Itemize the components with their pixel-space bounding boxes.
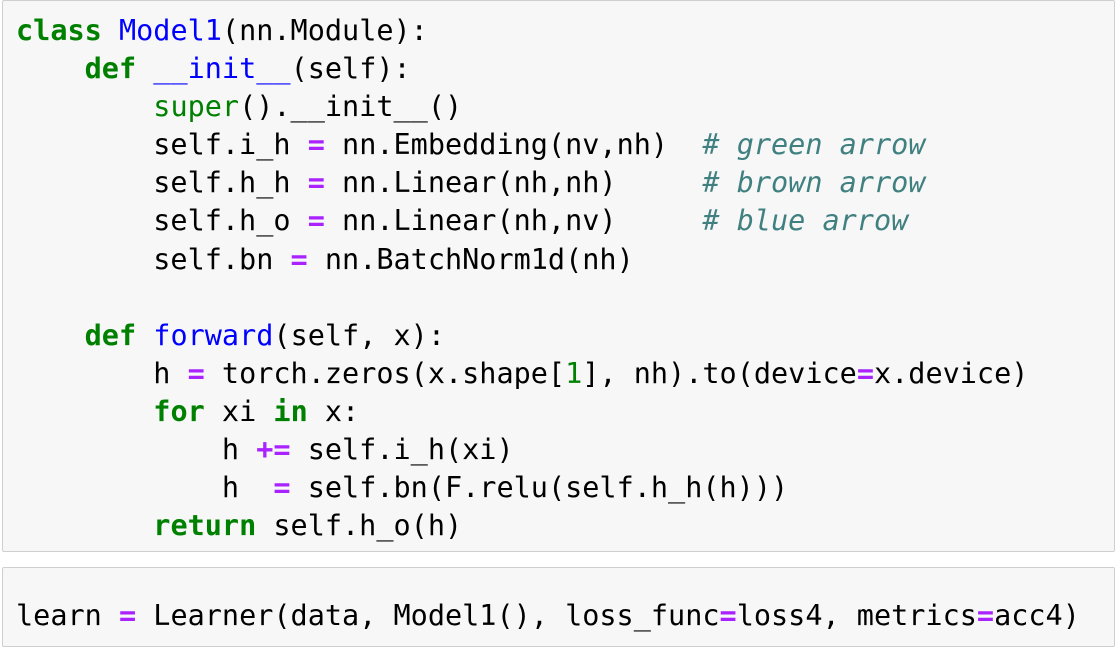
code-token: = xyxy=(976,599,995,632)
code-line: self.bn = nn.BatchNorm1d(nh) xyxy=(16,241,1028,279)
code-token: self.i_h(xi) xyxy=(290,433,514,467)
code-token: self.bn xyxy=(16,242,291,276)
code-token: self.i_h xyxy=(16,128,308,162)
code-token: def xyxy=(84,318,137,352)
code-token: h xyxy=(16,471,274,505)
code-token: h xyxy=(16,433,257,467)
code-token: Learner(data, Model1(), loss_func xyxy=(136,599,720,632)
code-token: in xyxy=(273,394,308,428)
code-token: nn.BatchNorm1d(nh) xyxy=(307,242,634,276)
code-editor[interactable]: learn = Learner(data, Model1(), loss_fun… xyxy=(16,597,1080,635)
code-token: for xyxy=(153,394,205,428)
code-token: h xyxy=(16,356,188,390)
code-line: def forward(self, x): xyxy=(16,317,1028,355)
code-line: class Model1(nn.Module): xyxy=(16,12,1028,50)
code-token: torch.zeros(x.shape[ xyxy=(204,356,566,390)
code-token: super xyxy=(153,90,240,124)
code-line: return self.h_o(h) xyxy=(16,507,1028,545)
code-token: 1 xyxy=(565,356,583,390)
code-token: def xyxy=(84,52,137,86)
code-token: = xyxy=(307,166,325,200)
code-token: forward xyxy=(153,318,274,352)
code-token: (self): xyxy=(290,52,411,86)
code-line: self.h_h = nn.Linear(nh,nh) # brown arro… xyxy=(16,164,1028,202)
code-token: return xyxy=(153,509,257,543)
code-token: ().__init__() xyxy=(239,90,463,124)
code-token: nn.Embedding(nv,nh) xyxy=(324,128,703,162)
code-token: __init__ xyxy=(153,52,291,86)
code-line: h = self.bn(F.relu(self.h_h(h))) xyxy=(16,469,1028,507)
code-line: def __init__(self): xyxy=(16,50,1028,88)
code-token: loss4, metrics xyxy=(736,599,977,632)
code-cell-model-definition[interactable]: class Model1(nn.Module): def __init__(se… xyxy=(2,0,1115,552)
code-token: = xyxy=(856,356,874,390)
code-token: = xyxy=(307,128,325,162)
code-line: h += self.i_h(xi) xyxy=(16,431,1028,469)
code-token: (nn.Module): xyxy=(221,14,428,47)
code-token: Model1 xyxy=(118,14,222,47)
code-token: learn xyxy=(16,599,119,632)
code-token: self.h_h xyxy=(16,166,308,200)
code-line: super().__init__() xyxy=(16,88,1028,126)
code-line: for xi in x: xyxy=(16,393,1028,431)
code-token: ], nh).to(device xyxy=(582,356,857,390)
code-token: x: xyxy=(307,394,360,428)
code-token: += xyxy=(256,433,291,467)
code-token: # green arrow xyxy=(702,128,926,162)
code-token: acc4) xyxy=(994,599,1080,632)
code-token: self.h_o(h) xyxy=(256,509,463,543)
code-token: = xyxy=(118,599,137,632)
code-token: nn.Linear(nh,nh) xyxy=(324,166,703,200)
code-token: = xyxy=(187,356,205,390)
code-token: = xyxy=(307,204,325,238)
code-token: nn.Linear(nh,nv) xyxy=(324,204,703,238)
code-token: # blue arrow xyxy=(702,204,909,238)
code-token: class xyxy=(16,14,102,47)
code-token: self.bn(F.relu(self.h_h(h))) xyxy=(290,471,789,505)
code-line: learn = Learner(data, Model1(), loss_fun… xyxy=(16,597,1080,635)
code-token: = xyxy=(273,471,291,505)
code-token: # brown arrow xyxy=(702,166,926,200)
code-line: self.h_o = nn.Linear(nh,nv) # blue arrow xyxy=(16,202,1028,240)
code-token: self.h_o xyxy=(16,204,308,238)
code-line: h = torch.zeros(x.shape[1], nh).to(devic… xyxy=(16,355,1028,393)
code-token: (self, x): xyxy=(273,318,445,352)
code-editor[interactable]: class Model1(nn.Module): def __init__(se… xyxy=(16,12,1028,545)
code-token: = xyxy=(719,599,737,632)
code-token: = xyxy=(290,242,308,276)
code-cell-learner[interactable]: learn = Learner(data, Model1(), loss_fun… xyxy=(2,567,1115,647)
code-token: xi xyxy=(204,394,274,428)
code-line: self.i_h = nn.Embedding(nv,nh) # green a… xyxy=(16,126,1028,164)
code-token: x.device) xyxy=(873,356,1029,390)
